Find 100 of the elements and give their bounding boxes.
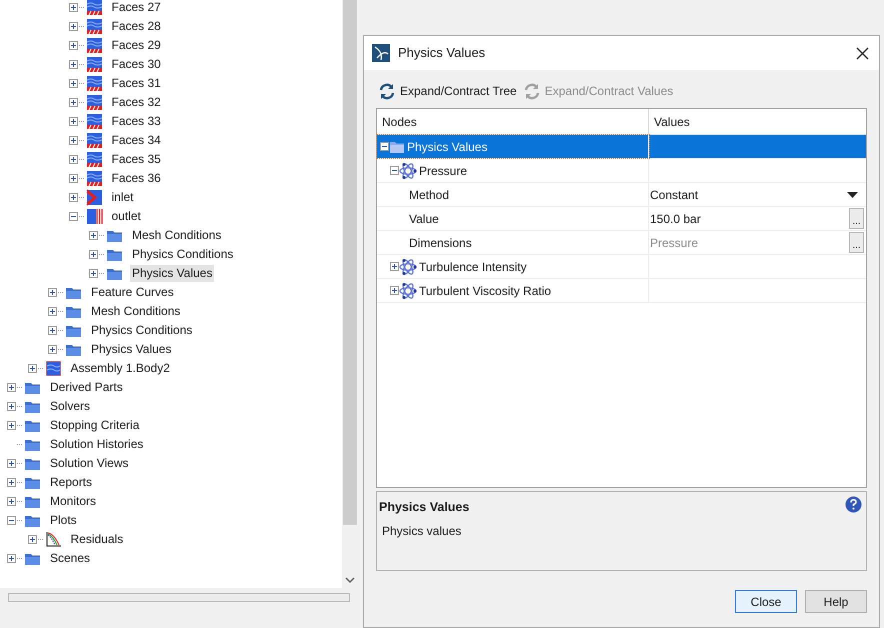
expand-icon[interactable] bbox=[7, 554, 16, 563]
expand-icon[interactable] bbox=[68, 60, 78, 69]
tree-item[interactable]: Physics Values bbox=[130, 265, 214, 282]
tree-node[interactable]: Physics Values bbox=[407, 138, 488, 156]
plot-icon bbox=[44, 531, 62, 548]
expand-icon[interactable] bbox=[89, 231, 98, 240]
tree-item[interactable]: Faces 28 bbox=[110, 18, 163, 35]
table-row[interactable]: Method Constant bbox=[377, 183, 866, 207]
expand-icon[interactable] bbox=[68, 174, 78, 183]
tree-item[interactable]: Faces 32 bbox=[110, 94, 163, 111]
expand-icon[interactable] bbox=[390, 286, 399, 295]
refresh-icon bbox=[378, 82, 396, 100]
property-value[interactable]: 150.0 bar bbox=[650, 210, 849, 228]
tree-item[interactable]: Reports bbox=[48, 474, 94, 491]
expand-icon[interactable] bbox=[68, 136, 78, 145]
expand-icon[interactable] bbox=[7, 402, 16, 411]
tree-item[interactable]: Solution Views bbox=[48, 455, 130, 472]
hatched-surface-icon bbox=[86, 170, 102, 187]
tree-item[interactable]: Physics Conditions bbox=[130, 246, 236, 263]
horizontal-scrollbar[interactable] bbox=[8, 593, 350, 602]
tree-item[interactable]: Faces 34 bbox=[110, 132, 163, 149]
tree-item[interactable]: Faces 33 bbox=[110, 113, 163, 130]
property-name: Dimensions bbox=[409, 234, 472, 252]
expand-icon[interactable] bbox=[68, 22, 78, 31]
tree-item[interactable]: Faces 36 bbox=[110, 170, 163, 187]
expand-icon[interactable] bbox=[68, 79, 78, 88]
chevron-down-icon[interactable] bbox=[345, 577, 355, 584]
hatched-surface-icon bbox=[86, 132, 102, 149]
atom-icon bbox=[399, 282, 417, 300]
tree-node[interactable]: Turbulence Intensity bbox=[419, 258, 527, 276]
collapse-icon[interactable] bbox=[7, 516, 16, 525]
expand-icon[interactable] bbox=[390, 262, 399, 271]
expand-icon[interactable] bbox=[7, 459, 16, 468]
close-icon[interactable] bbox=[856, 46, 869, 60]
dropdown-arrow-icon[interactable] bbox=[847, 192, 858, 198]
tree-item[interactable]: Monitors bbox=[48, 493, 98, 510]
tree-item[interactable]: Derived Parts bbox=[48, 379, 125, 396]
expand-icon[interactable] bbox=[48, 326, 57, 335]
dialog-button[interactable]: Help bbox=[805, 590, 867, 613]
table-row[interactable]: Turbulence Intensity bbox=[377, 255, 866, 279]
expand-icon[interactable] bbox=[28, 364, 36, 373]
expand-icon[interactable] bbox=[68, 193, 78, 202]
expand-icon[interactable] bbox=[68, 3, 78, 12]
tree-item[interactable]: Faces 30 bbox=[110, 56, 163, 73]
ellipsis-button[interactable]: ... bbox=[849, 208, 864, 229]
hatched-surface-icon bbox=[86, 151, 102, 168]
expand-icon[interactable] bbox=[89, 250, 98, 259]
body-icon bbox=[44, 360, 62, 377]
tree-item[interactable]: Residuals bbox=[68, 531, 126, 548]
tree-item[interactable]: Faces 29 bbox=[110, 37, 163, 54]
tree-item[interactable]: Mesh Conditions bbox=[130, 227, 224, 244]
hatched-surface-icon bbox=[86, 56, 102, 73]
description-title: Physics Values bbox=[379, 499, 470, 516]
collapse-icon[interactable] bbox=[390, 166, 399, 175]
property-value[interactable]: Constant bbox=[650, 186, 847, 204]
expand-icon[interactable] bbox=[68, 117, 78, 126]
hatched-surface-icon bbox=[86, 113, 102, 130]
refresh-icon bbox=[522, 82, 541, 100]
expand-icon[interactable] bbox=[7, 383, 16, 392]
expand-icon[interactable] bbox=[48, 307, 57, 316]
expand-icon[interactable] bbox=[89, 269, 98, 278]
expand-icon[interactable] bbox=[7, 478, 16, 487]
tree-item[interactable]: Physics Values bbox=[89, 341, 174, 358]
tree-item[interactable]: Scenes bbox=[48, 550, 92, 567]
tree-item[interactable]: Feature Curves bbox=[89, 284, 176, 301]
tree-item[interactable]: outlet bbox=[110, 208, 143, 225]
expand-icon[interactable] bbox=[68, 98, 78, 107]
tree-item[interactable]: Mesh Conditions bbox=[89, 303, 182, 320]
expand-icon[interactable] bbox=[68, 41, 78, 50]
table-row[interactable]: Pressure bbox=[377, 159, 866, 183]
table-row[interactable]: Physics Values bbox=[377, 135, 866, 159]
expand-icon[interactable] bbox=[7, 421, 16, 430]
help-icon[interactable] bbox=[845, 496, 862, 513]
tree-item[interactable]: Faces 35 bbox=[110, 151, 163, 168]
tree-node[interactable]: Pressure bbox=[419, 162, 468, 180]
collapse-icon[interactable] bbox=[380, 142, 389, 151]
tree-item[interactable]: Plots bbox=[48, 512, 79, 529]
expand-icon[interactable] bbox=[7, 497, 16, 506]
tree-item[interactable]: Assembly 1.Body2 bbox=[68, 360, 172, 377]
dialog-button[interactable]: Close bbox=[735, 590, 797, 613]
tree-item[interactable]: Physics Conditions bbox=[89, 322, 194, 339]
expand-icon[interactable] bbox=[48, 288, 57, 297]
tree-item[interactable]: Faces 31 bbox=[110, 75, 163, 92]
scrollbar-thumb[interactable] bbox=[343, 0, 357, 525]
collapse-icon[interactable] bbox=[68, 212, 78, 221]
table-row[interactable]: Turbulent Viscosity Ratio bbox=[377, 279, 866, 303]
column-header: Values bbox=[653, 114, 691, 130]
tree-item[interactable]: Solvers bbox=[48, 398, 92, 415]
tree-item[interactable]: inlet bbox=[110, 189, 136, 206]
tree-node[interactable]: Turbulent Viscosity Ratio bbox=[419, 282, 552, 300]
toolbar-button[interactable]: Expand/Contract Tree bbox=[378, 82, 517, 100]
expand-icon[interactable] bbox=[68, 155, 78, 164]
expand-icon[interactable] bbox=[28, 535, 36, 544]
property-value: Pressure bbox=[650, 234, 700, 252]
tree-item[interactable]: Solution Histories bbox=[48, 436, 146, 453]
table-row[interactable]: Value 150.0 bar ... bbox=[377, 207, 866, 231]
tree-item[interactable]: Stopping Criteria bbox=[48, 417, 142, 434]
tree-item[interactable]: Faces 27 bbox=[110, 0, 163, 16]
property-name: Value bbox=[409, 210, 439, 228]
expand-icon[interactable] bbox=[48, 345, 57, 354]
